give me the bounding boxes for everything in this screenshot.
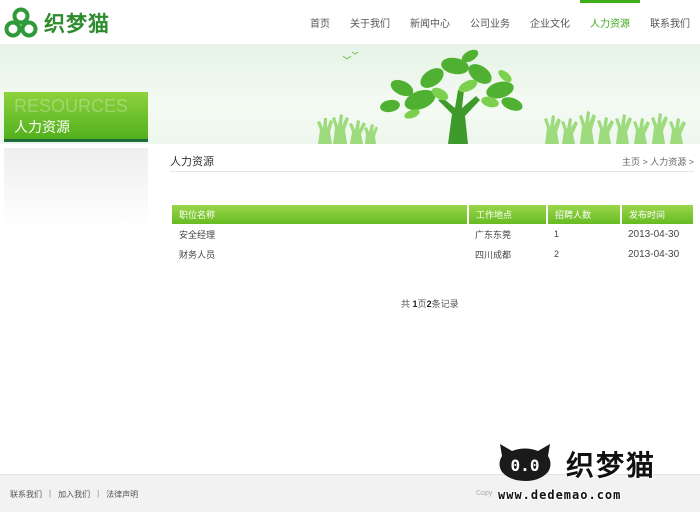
watermark: 0.0 织梦猫 www.dedemao.com	[494, 440, 700, 512]
section-title-stripe	[4, 139, 148, 142]
column-header-headcount: 招聘人数	[547, 205, 622, 224]
section-title-zh: 人力资源	[14, 120, 70, 136]
cat-eyes-text: 0.0	[511, 456, 540, 475]
content-header: 人力资源 主页 > 人力资源 >	[170, 152, 694, 172]
section-title-box: RESOURCES 人力资源	[4, 92, 148, 142]
nav-item-home[interactable]: 首页	[300, 0, 340, 44]
footer-links: 联系我们 | 加入我们 | 法律声明	[10, 489, 138, 500]
nav-item-news[interactable]: 新闻中心	[400, 0, 460, 44]
section-title-en: RESOURCES	[14, 96, 129, 116]
footer-separator: |	[97, 489, 100, 498]
job-headcount: 2	[554, 249, 560, 259]
pager-suffix: 条记录	[431, 299, 459, 309]
page-title: 人力资源	[170, 156, 214, 168]
table-row[interactable]: 安全经理 广东东莞 1 2013-04-30	[172, 224, 693, 244]
cat-face-icon: 0.0	[499, 444, 551, 481]
footer-separator: |	[49, 489, 52, 498]
logo-text: 织梦猫	[44, 12, 110, 36]
trefoil-logo-icon	[4, 7, 38, 38]
footer-link-contact[interactable]: 联系我们	[10, 489, 42, 500]
pagination-info: 共 1页2条记录	[401, 297, 459, 310]
main-nav: 首页 关于我们 新闻中心 公司业务 企业文化 人力资源 联系我们	[300, 0, 700, 44]
sidebar	[4, 148, 148, 230]
job-headcount: 1	[554, 229, 560, 239]
jobs-table: 职位名称 工作地点 招聘人数 发布时间 安全经理 广东东莞 1 2013-04-…	[172, 205, 693, 264]
watermark-brand: 织梦猫	[566, 449, 657, 482]
job-date: 2013-04-30	[628, 248, 680, 260]
column-header-position: 职位名称	[172, 205, 469, 224]
pager-middle: 页	[417, 299, 427, 309]
job-location: 四川成都	[475, 249, 512, 260]
site-logo[interactable]: 织梦猫	[4, 7, 110, 39]
copyright-text: Copy	[476, 490, 493, 497]
nav-item-business[interactable]: 公司业务	[460, 0, 520, 44]
footer-link-join[interactable]: 加入我们	[58, 489, 90, 500]
table-header-row: 职位名称 工作地点 招聘人数 发布时间	[172, 205, 693, 224]
watermark-url: www.dedemao.com	[498, 488, 622, 502]
job-title-link[interactable]: 安全经理	[172, 224, 468, 244]
column-header-date: 发布时间	[621, 205, 693, 224]
job-location: 广东东莞	[475, 229, 512, 240]
nav-item-contact[interactable]: 联系我们	[640, 0, 700, 44]
job-title-link[interactable]: 财务人员	[172, 244, 468, 264]
page-banner: RESOURCES 人力资源	[0, 44, 700, 144]
column-header-location: 工作地点	[468, 205, 548, 224]
job-date: 2013-04-30	[628, 228, 680, 240]
site-header: 织梦猫 首页 关于我们 新闻中心 公司业务 企业文化 人力资源 联系我们	[0, 0, 700, 44]
nav-item-hr[interactable]: 人力资源	[580, 0, 640, 44]
nav-item-about[interactable]: 关于我们	[340, 0, 400, 44]
nav-item-culture[interactable]: 企业文化	[520, 0, 580, 44]
footer-link-legal[interactable]: 法律声明	[106, 489, 138, 500]
table-row[interactable]: 财务人员 四川成都 2 2013-04-30	[172, 244, 693, 264]
breadcrumb[interactable]: 主页 > 人力资源 >	[622, 155, 694, 168]
pager-prefix: 共	[401, 299, 411, 309]
